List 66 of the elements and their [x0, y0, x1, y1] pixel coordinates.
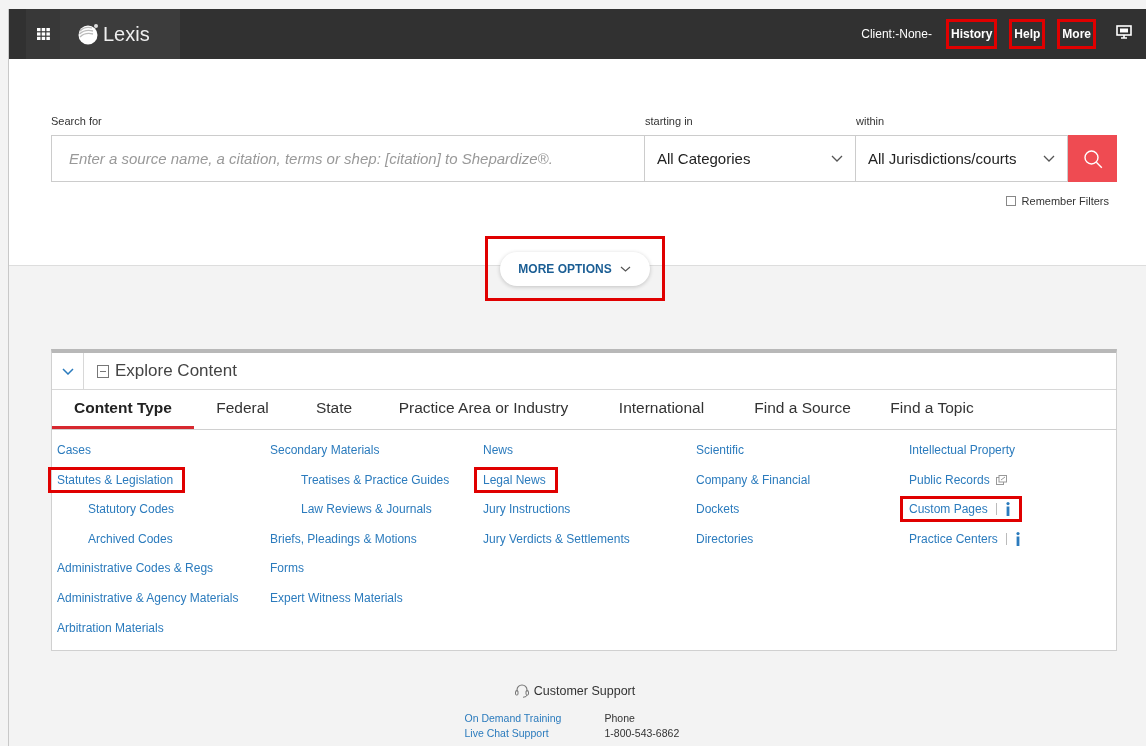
external-window-icon: [995, 474, 1007, 485]
monitor-icon[interactable]: [1116, 25, 1132, 39]
content-link[interactable]: Dockets: [696, 502, 740, 517]
content-link[interactable]: Jury Verdicts & Settlements: [483, 531, 630, 546]
chevron-down-icon: [61, 367, 74, 375]
client-label[interactable]: Client:-None-: [861, 27, 932, 41]
category-dropdown[interactable]: All Categories: [645, 135, 856, 182]
support-link[interactable]: Live Chat Support: [464, 727, 605, 740]
checkbox-label[interactable]: Remember Filters: [1021, 195, 1109, 207]
search-icon: [1082, 148, 1103, 169]
content-link[interactable]: Public Records: [909, 472, 990, 487]
more-options-button[interactable]: MORE OPTIONS: [499, 251, 650, 286]
content-link[interactable]: Law Reviews & Journals: [301, 502, 432, 517]
tab[interactable]: State: [291, 390, 377, 429]
content-link[interactable]: Legal News: [483, 472, 546, 487]
content-link[interactable]: Archived Codes: [88, 531, 173, 546]
content-link[interactable]: Company & Financial: [696, 472, 811, 487]
content-link[interactable]: Administrative Codes & Regs: [57, 561, 214, 576]
content-link[interactable]: Treatises & Practice Guides: [301, 472, 450, 487]
content-link[interactable]: Custom Pages: [909, 502, 988, 517]
headset-icon: [513, 683, 530, 699]
nav-link[interactable]: History: [945, 19, 998, 49]
content-link[interactable]: Secondary Materials: [270, 443, 380, 457]
content-link[interactable]: Practice Centers: [909, 531, 998, 546]
phone-label: Phone: [604, 712, 636, 725]
tab[interactable]: Content Type: [52, 390, 194, 429]
search-button[interactable]: [1068, 135, 1117, 182]
nav-link[interactable]: Help: [1009, 19, 1046, 49]
logo-emblem-icon: [76, 23, 100, 45]
content-link[interactable]: Statutory Codes: [88, 502, 175, 517]
chevron-down-icon: [831, 155, 843, 162]
jurisdiction-dropdown[interactable]: All Jurisdictions/courts: [856, 135, 1068, 182]
content-link[interactable]: Arbitration Materials: [57, 620, 164, 635]
logo-text[interactable]: Lexis: [103, 22, 150, 46]
content-link[interactable]: Cases: [57, 443, 91, 457]
content-link[interactable]: Directories: [696, 531, 754, 546]
tab[interactable]: Find a Source: [733, 390, 872, 429]
apps-grid-icon[interactable]: [36, 28, 50, 40]
nav-link[interactable]: More: [1057, 19, 1096, 49]
phone-number: 1-800-543-6862: [604, 727, 681, 740]
search-field[interactable]: Enter a source name, a citation, terms or shep: [citation] to Shepardize®.: [51, 135, 645, 182]
content-link[interactable]: Administrative & Agency Materials: [57, 590, 239, 605]
remember-checkbox[interactable]: [1005, 196, 1016, 206]
chevron-down-icon: [1043, 155, 1055, 162]
field-label: within: [856, 115, 885, 129]
support-link[interactable]: On Demand Training: [464, 712, 605, 725]
info-icon[interactable]: [1015, 531, 1020, 546]
content-link[interactable]: Jury Instructions: [483, 502, 571, 517]
support-title: Customer Support: [533, 683, 636, 698]
content-link[interactable]: Expert Witness Materials: [270, 590, 403, 605]
content-link[interactable]: News: [483, 443, 513, 457]
field-label: starting in: [645, 115, 694, 129]
content-link[interactable]: Briefs, Pleadings & Motions: [270, 531, 417, 546]
content-link[interactable]: Scientific: [696, 443, 745, 457]
tab[interactable]: Practice Area or Industry: [377, 390, 590, 429]
panel-title: Explore Content: [115, 361, 237, 381]
field-label: Search for: [51, 115, 103, 129]
content-link[interactable]: Forms: [270, 561, 304, 576]
content-link[interactable]: Statutes & Legislation: [57, 472, 174, 487]
tab[interactable]: International: [590, 390, 733, 429]
tab[interactable]: Find a Topic: [872, 390, 992, 429]
content-link[interactable]: Intellectual Property: [909, 443, 1016, 457]
collapse-box-icon: [97, 364, 109, 378]
info-icon[interactable]: [1005, 502, 1010, 517]
tab[interactable]: Federal: [194, 390, 291, 429]
chevron-down-icon: [619, 265, 631, 272]
